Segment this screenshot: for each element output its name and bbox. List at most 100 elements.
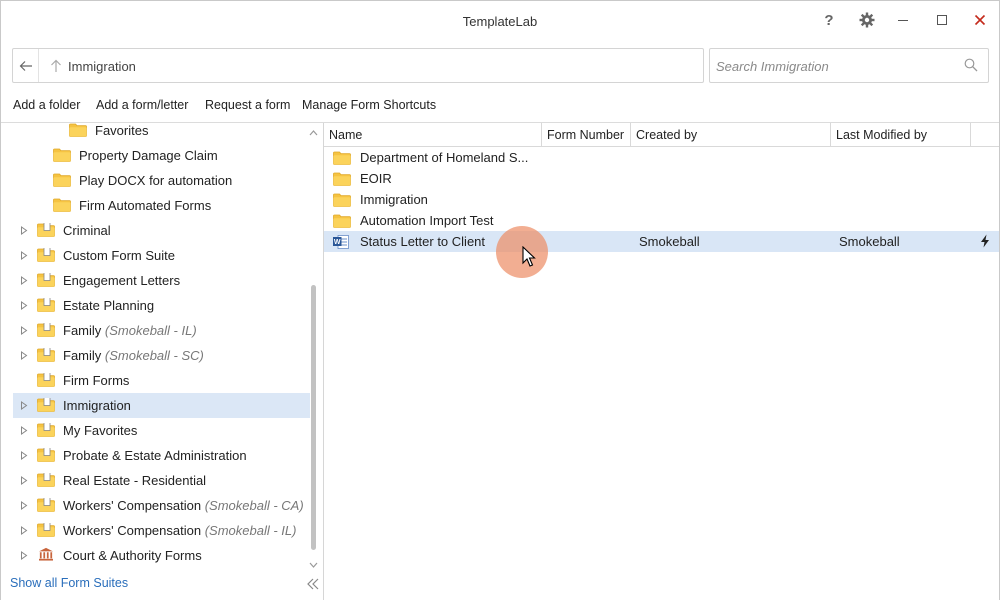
request-form-button[interactable]: Request a form — [205, 98, 290, 112]
form-suite-icon — [37, 398, 55, 412]
tree-item-suffix: (Smokeball - CA) — [204, 498, 304, 513]
collapse-pane-icon[interactable] — [305, 576, 321, 592]
templatelab-window: TemplateLab ? Immigration Search Immigra… — [0, 0, 1000, 600]
folder-icon — [53, 148, 71, 162]
tree-item[interactable]: Property Damage Claim — [13, 143, 310, 168]
tree-item-label: Workers' Compensation (Smokeball - CA) — [63, 498, 304, 513]
expand-arrow-icon[interactable] — [20, 476, 28, 485]
search-icon[interactable] — [964, 58, 978, 72]
tree-item[interactable]: Estate Planning — [13, 293, 310, 318]
tree-scroll-thumb[interactable] — [311, 285, 316, 550]
search-input[interactable] — [716, 57, 956, 75]
manage-form-shortcuts-button[interactable]: Manage Form Shortcuts — [302, 98, 436, 112]
search-box — [709, 48, 989, 83]
tree-item[interactable]: Workers' Compensation (Smokeball - IL) — [13, 518, 310, 543]
tree-item[interactable]: Real Estate - Residential — [13, 468, 310, 493]
expand-arrow-icon[interactable] — [20, 251, 28, 260]
row-created-by: Smokeball — [639, 234, 700, 249]
tree-item-label: Favorites — [95, 123, 148, 138]
column-header-form-number[interactable]: Form Number — [542, 123, 631, 147]
scroll-down-icon[interactable] — [309, 561, 318, 569]
tree-item[interactable]: Firm Automated Forms — [13, 193, 310, 218]
minimize-button[interactable] — [890, 9, 916, 31]
tree-item-label: Court & Authority Forms — [63, 548, 202, 563]
column-header-last-modified-by[interactable]: Last Modified by — [831, 123, 971, 147]
show-all-form-suites-link[interactable]: Show all Form Suites — [10, 576, 128, 590]
gear-icon — [859, 12, 875, 28]
expand-arrow-icon[interactable] — [20, 326, 28, 335]
tree-item-name: Firm Automated Forms — [79, 198, 212, 213]
tree-item-label: Criminal — [63, 223, 111, 238]
expand-arrow-icon[interactable] — [20, 426, 28, 435]
svg-text:W: W — [334, 239, 341, 246]
tree-item-suffix: (Smokeball - IL) — [104, 323, 197, 338]
row-name-text: Department of Homeland S... — [360, 150, 529, 165]
lightning-bolt-icon — [981, 234, 989, 248]
settings-button[interactable] — [854, 9, 880, 31]
tree-item[interactable]: Family (Smokeball - IL) — [13, 318, 310, 343]
tree-item-name: Family — [63, 348, 102, 363]
form-suite-icon — [37, 448, 55, 462]
tree-item[interactable]: Firm Forms — [13, 368, 310, 393]
expand-arrow-icon[interactable] — [20, 351, 28, 360]
tree-item-label: Property Damage Claim — [79, 148, 218, 163]
back-button[interactable] — [13, 49, 39, 82]
expand-arrow-icon[interactable] — [20, 276, 28, 285]
tree-item-label: Firm Forms — [63, 373, 129, 388]
tree-item-name: Engagement Letters — [63, 273, 181, 288]
table-row[interactable]: Department of Homeland S... — [324, 147, 999, 168]
tree-item[interactable]: Family (Smokeball - SC) — [13, 343, 310, 368]
tree-item[interactable]: Court & Authority Forms — [13, 543, 310, 568]
expand-arrow-icon[interactable] — [20, 501, 28, 510]
tree-item-label: My Favorites — [63, 423, 137, 438]
tree-item-label: Estate Planning — [63, 298, 154, 313]
expand-arrow-icon[interactable] — [20, 526, 28, 535]
tree-item-name: Probate & Estate Administration — [63, 448, 247, 463]
help-button[interactable]: ? — [816, 9, 842, 31]
tree-item[interactable]: Workers' Compensation (Smokeball - CA) — [13, 493, 310, 518]
tree-item-suffix: (Smokeball - SC) — [104, 348, 204, 363]
table-row[interactable]: Immigration — [324, 189, 999, 210]
tree-item[interactable]: Custom Form Suite — [13, 243, 310, 268]
form-suite-icon — [37, 373, 55, 387]
row-name-text: Immigration — [360, 192, 428, 207]
address-path[interactable]: Immigration — [68, 59, 136, 74]
tree-item[interactable]: Favorites — [13, 123, 310, 143]
up-button[interactable] — [45, 49, 67, 82]
expand-arrow-icon[interactable] — [20, 451, 28, 460]
title-bar: TemplateLab ? — [1, 1, 999, 41]
folder-icon — [333, 172, 351, 186]
tree-item[interactable]: Probate & Estate Administration — [13, 443, 310, 468]
form-suite-tree: Court & Authority Forms Workers' Compensa… — [1, 123, 323, 600]
add-form-letter-button[interactable]: Add a form/letter — [96, 98, 188, 112]
tree-item[interactable]: Criminal — [13, 218, 310, 243]
tree-item-label: Immigration — [63, 398, 131, 413]
tree-item[interactable]: My Favorites — [13, 418, 310, 443]
table-row[interactable]: Automation Import Test — [324, 210, 999, 231]
expand-arrow-icon[interactable] — [20, 551, 28, 560]
tree-item[interactable]: Engagement Letters — [13, 268, 310, 293]
tree-item[interactable]: Immigration — [13, 393, 310, 418]
table-row[interactable]: W Status Letter to Client Smokeball Smokeba… — [324, 231, 999, 252]
close-button[interactable] — [967, 9, 993, 31]
maximize-button[interactable] — [929, 9, 955, 31]
tree-item-name: Firm Forms — [63, 373, 130, 388]
expand-arrow-icon[interactable] — [20, 401, 28, 410]
form-suite-icon — [37, 273, 55, 287]
expand-arrow-icon[interactable] — [20, 301, 28, 310]
tree-item-label: Family (Smokeball - SC) — [63, 348, 204, 363]
column-header-name[interactable]: Name — [324, 123, 542, 147]
add-folder-button[interactable]: Add a folder — [13, 98, 80, 112]
form-suite-icon — [37, 523, 55, 537]
row-modified-by: Smokeball — [839, 234, 900, 249]
expand-arrow-icon[interactable] — [20, 226, 28, 235]
table-row[interactable]: EOIR — [324, 168, 999, 189]
forms-grid: Name Form Number Created by Last Modifie… — [324, 123, 999, 600]
row-name-text: Automation Import Test — [360, 213, 494, 228]
tree-item[interactable]: Play DOCX for automation — [13, 168, 310, 193]
column-header-created-by[interactable]: Created by — [631, 123, 831, 147]
row-name-text: Status Letter to Client — [360, 234, 486, 249]
scroll-up-icon[interactable] — [309, 129, 318, 137]
tree-item-name: My Favorites — [63, 423, 138, 438]
folder-icon — [69, 123, 87, 137]
